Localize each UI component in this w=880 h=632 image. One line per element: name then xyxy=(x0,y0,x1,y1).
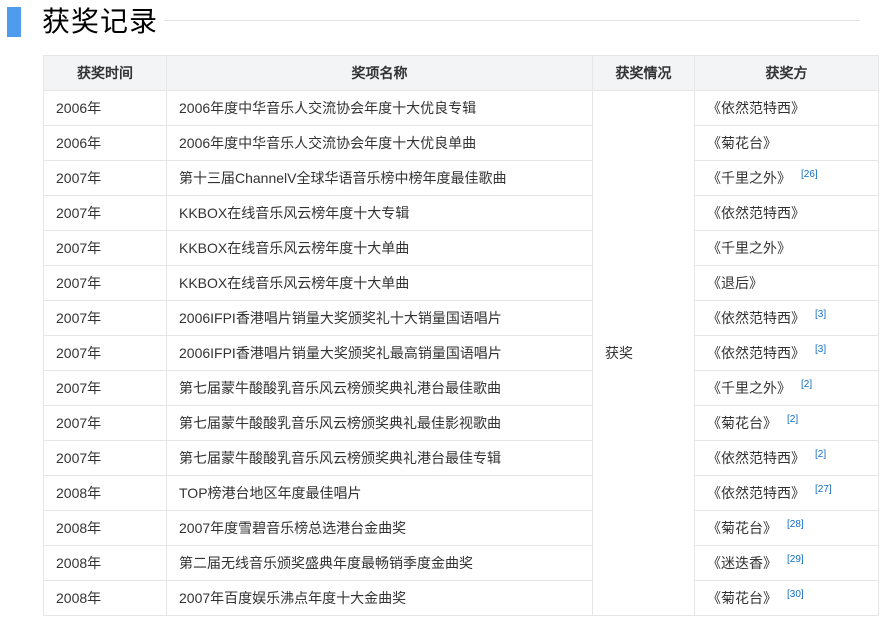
recipient-title: 《菊花台》 xyxy=(707,590,777,606)
cell-year: 2007年 xyxy=(43,265,167,301)
citation-link[interactable]: [26] xyxy=(801,169,818,180)
citation-link[interactable]: [2] xyxy=(801,379,812,390)
section-title: 获奖记录 xyxy=(42,6,159,37)
cell-award-name: 2006IFPI香港唱片销量大奖颁奖礼最高销量国语唱片 xyxy=(166,335,593,371)
header-award-name: 奖项名称 xyxy=(166,55,593,91)
cell-award-name: TOP榜港台地区年度最佳唱片 xyxy=(166,475,593,511)
header-recipient: 获奖方 xyxy=(694,55,879,91)
cell-award-name: 第七届蒙牛酸酸乳音乐风云榜颁奖典礼最佳影视歌曲 xyxy=(166,405,593,441)
table-row: 2008年 TOP榜港台地区年度最佳唱片 《依然范特西》 [27] xyxy=(43,475,879,511)
cell-year: 2007年 xyxy=(43,370,167,406)
recipient-title: 《依然范特西》 xyxy=(707,450,805,466)
table-row: 2008年 第二届无线音乐颁奖盛典年度最畅销季度金曲奖 《迷迭香》 [29] xyxy=(43,545,879,581)
cell-award-name: 第七届蒙牛酸酸乳音乐风云榜颁奖典礼港台最佳专辑 xyxy=(166,440,593,476)
cell-year: 2007年 xyxy=(43,230,167,266)
cell-award-name: 2006IFPI香港唱片销量大奖颁奖礼十大销量国语唱片 xyxy=(166,300,593,336)
cell-recipient: 《依然范特西》 [2] xyxy=(694,440,879,476)
table-row: 2008年 2007年度雪碧音乐榜总选港台金曲奖 《菊花台》 [28] xyxy=(43,510,879,546)
cell-recipient: 《依然范特西》 [3] xyxy=(694,335,879,371)
cell-year: 2007年 xyxy=(43,405,167,441)
cell-recipient: 《退后》 xyxy=(694,265,879,301)
cell-year: 2006年 xyxy=(43,90,167,126)
table-row: 2006年 2006年度中华音乐人交流协会年度十大优良单曲 《菊花台》 xyxy=(43,125,879,161)
table-row: 2007年 2006IFPI香港唱片销量大奖颁奖礼最高销量国语唱片 《依然范特西》 [… xyxy=(43,335,879,371)
citation-link[interactable]: [3] xyxy=(815,344,826,355)
header-year: 获奖时间 xyxy=(43,55,167,91)
cell-recipient: 《迷迭香》 [29] xyxy=(694,545,879,581)
cell-year: 2007年 xyxy=(43,440,167,476)
table-header-row: 获奖时间 奖项名称 获奖情况 获奖方 xyxy=(43,55,879,91)
recipient-title: 《菊花台》 xyxy=(707,415,777,431)
awards-table: 获奖时间 奖项名称 获奖情况 获奖方 2006年 2006年度中华音乐人交流协会年… xyxy=(43,55,879,616)
citation-link[interactable]: [2] xyxy=(787,414,798,425)
recipient-title: 《菊花台》 xyxy=(707,520,777,536)
table-row: 2007年 2006IFPI香港唱片销量大奖颁奖礼十大销量国语唱片 《依然范特西》 [… xyxy=(43,300,879,336)
citation-link[interactable]: [28] xyxy=(787,519,804,530)
cell-year: 2008年 xyxy=(43,475,167,511)
recipient-title: 《退后》 xyxy=(707,275,763,291)
cell-award-name: 第十三届ChannelV全球华语音乐榜中榜年度最佳歌曲 xyxy=(166,160,593,196)
citation-link[interactable]: [2] xyxy=(815,449,826,460)
cell-award-name: 第二届无线音乐颁奖盛典年度最畅销季度金曲奖 xyxy=(166,545,593,581)
cell-award-name: 第七届蒙牛酸酸乳音乐风云榜颁奖典礼港台最佳歌曲 xyxy=(166,370,593,406)
cell-year: 2008年 xyxy=(43,545,167,581)
table-row: 2007年 第十三届ChannelV全球华语音乐榜中榜年度最佳歌曲 《千里之外》 [2… xyxy=(43,160,879,196)
citation-link[interactable]: [30] xyxy=(787,589,804,600)
table-row: 2007年 KKBOX在线音乐风云榜年度十大单曲 《千里之外》 xyxy=(43,230,879,266)
cell-recipient: 《依然范特西》 xyxy=(694,195,879,231)
table-row: 2007年 第七届蒙牛酸酸乳音乐风云榜颁奖典礼最佳影视歌曲 《菊花台》 [2] xyxy=(43,405,879,441)
recipient-title: 《菊花台》 xyxy=(707,135,777,151)
section-header: 获奖记录 xyxy=(0,0,880,48)
cell-award-name: KKBOX在线音乐风云榜年度十大单曲 xyxy=(166,265,593,301)
cell-recipient: 《菊花台》 [30] xyxy=(694,580,879,616)
cell-recipient: 《千里之外》 [26] xyxy=(694,160,879,196)
cell-year: 2007年 xyxy=(43,335,167,371)
cell-award-name: 2006年度中华音乐人交流协会年度十大优良单曲 xyxy=(166,125,593,161)
citation-link[interactable]: [29] xyxy=(787,554,804,565)
table-row: 2007年 第七届蒙牛酸酸乳音乐风云榜颁奖典礼港台最佳专辑 《依然范特西》 [2] xyxy=(43,440,879,476)
cell-recipient: 《菊花台》 [28] xyxy=(694,510,879,546)
recipient-title: 《依然范特西》 xyxy=(707,100,805,116)
cell-year: 2007年 xyxy=(43,300,167,336)
table-row: 2007年 KKBOX在线音乐风云榜年度十大专辑 《依然范特西》 xyxy=(43,195,879,231)
citation-link[interactable]: [27] xyxy=(815,484,832,495)
cell-award-name: KKBOX在线音乐风云榜年度十大专辑 xyxy=(166,195,593,231)
header-status: 获奖情况 xyxy=(592,55,695,91)
cell-recipient: 《依然范特西》 [3] xyxy=(694,300,879,336)
cell-award-name: KKBOX在线音乐风云榜年度十大单曲 xyxy=(166,230,593,266)
section-accent-bar xyxy=(7,7,21,37)
table-row: 2008年 2007年百度娱乐沸点年度十大金曲奖 《菊花台》 [30] xyxy=(43,580,879,616)
cell-status: 获奖 xyxy=(592,90,695,616)
cell-award-name: 2007年度雪碧音乐榜总选港台金曲奖 xyxy=(166,510,593,546)
table-row: 2006年 2006年度中华音乐人交流协会年度十大优良专辑 获奖 《依然范特西》 xyxy=(43,90,879,616)
cell-award-name: 2007年百度娱乐沸点年度十大金曲奖 xyxy=(166,580,593,616)
citation-link[interactable]: [3] xyxy=(815,309,826,320)
cell-year: 2006年 xyxy=(43,125,167,161)
cell-award-name: 2006年度中华音乐人交流协会年度十大优良专辑 xyxy=(166,90,593,126)
recipient-title: 《千里之外》 xyxy=(707,170,791,186)
recipient-title: 《千里之外》 xyxy=(707,240,791,256)
recipient-title: 《迷迭香》 xyxy=(707,555,777,571)
cell-year: 2007年 xyxy=(43,160,167,196)
recipient-title: 《千里之外》 xyxy=(707,380,791,396)
cell-year: 2008年 xyxy=(43,510,167,546)
cell-year: 2007年 xyxy=(43,195,167,231)
cell-recipient: 《千里之外》 xyxy=(694,230,879,266)
cell-recipient: 《菊花台》 xyxy=(694,125,879,161)
table-row: 2007年 第七届蒙牛酸酸乳音乐风云榜颁奖典礼港台最佳歌曲 《千里之外》 [2] xyxy=(43,370,879,406)
recipient-title: 《依然范特西》 xyxy=(707,310,805,326)
cell-recipient: 《依然范特西》 xyxy=(694,90,879,126)
section-divider xyxy=(164,20,860,21)
cell-year: 2008年 xyxy=(43,580,167,616)
recipient-title: 《依然范特西》 xyxy=(707,345,805,361)
recipient-title: 《依然范特西》 xyxy=(707,485,805,501)
cell-recipient: 《菊花台》 [2] xyxy=(694,405,879,441)
cell-recipient: 《依然范特西》 [27] xyxy=(694,475,879,511)
recipient-title: 《依然范特西》 xyxy=(707,205,805,221)
cell-recipient: 《千里之外》 [2] xyxy=(694,370,879,406)
table-row: 2007年 KKBOX在线音乐风云榜年度十大单曲 《退后》 xyxy=(43,265,879,301)
awards-table-body: 2006年 2006年度中华音乐人交流协会年度十大优良专辑 获奖 《依然范特西》 200… xyxy=(43,90,879,616)
